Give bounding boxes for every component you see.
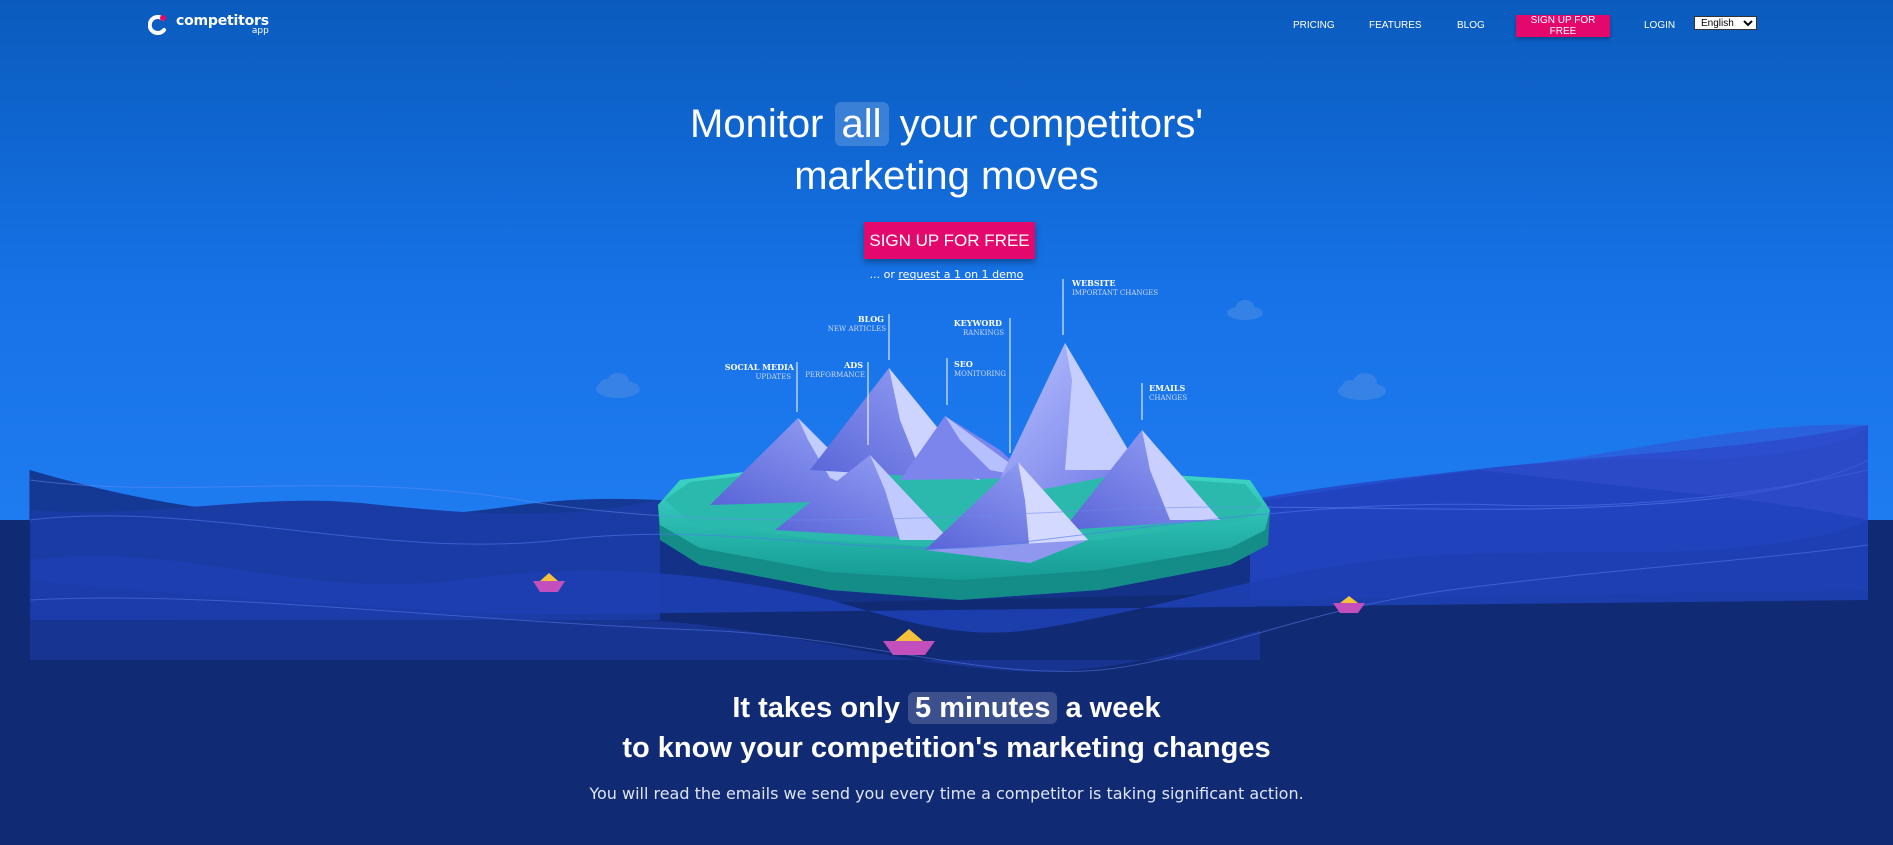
label-blog: BLOG NEW ARTICLES: [828, 314, 886, 333]
label-social-media: SOCIAL MEDIA UPDATES: [725, 362, 795, 381]
hero-title-highlight: all: [834, 102, 889, 146]
cloud-icon: [596, 373, 640, 398]
paper-boat-icon: [883, 629, 935, 655]
cloud-icon: [1338, 373, 1386, 400]
cloud-icon: [1227, 300, 1263, 320]
label-emails: EMAILS CHANGES: [1149, 383, 1187, 402]
nav-links: PRICING FEATURES BLOG SIGN UP FOR FREE L…: [0, 15, 1893, 37]
label-ads: ADS PERFORMANCE: [805, 360, 865, 379]
language-select[interactable]: English: [1694, 16, 1757, 30]
hero-title: Monitor all your competitors' marketing …: [690, 102, 1203, 198]
nav-link-features[interactable]: FEATURES: [1369, 20, 1422, 31]
request-demo-link[interactable]: request a 1 on 1 demo: [898, 268, 1023, 281]
hero-signup-button[interactable]: SIGN UP FOR FREE: [864, 222, 1035, 259]
nav-link-login[interactable]: LOGIN: [1644, 20, 1675, 31]
top-nav: competitors app PRICING FEATURES BLOG SI…: [0, 0, 1893, 50]
nav-link-blog[interactable]: BLOG: [1457, 20, 1485, 31]
nav-signup-button[interactable]: SIGN UP FOR FREE: [1516, 15, 1610, 37]
section-description: You will read the emails we send you eve…: [589, 784, 1304, 803]
section-title: It takes only 5 minutes a week to know y…: [622, 692, 1271, 764]
label-keyword: KEYWORD RANKINGS: [954, 318, 1005, 337]
demo-line: ... or request a 1 on 1 demo: [869, 268, 1024, 281]
section-title-highlight: 5 minutes: [908, 692, 1058, 724]
nav-link-pricing[interactable]: PRICING: [1293, 20, 1335, 31]
label-seo: SEO MONITORING: [954, 359, 1006, 378]
